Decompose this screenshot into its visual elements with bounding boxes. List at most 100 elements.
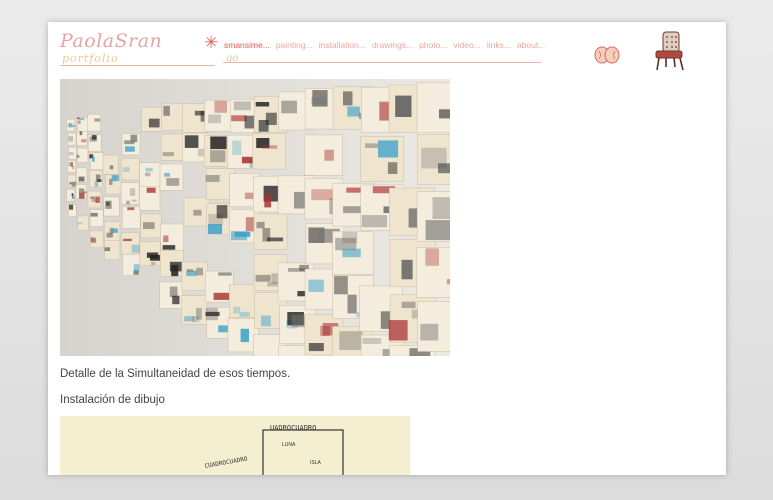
drawing-mark — [90, 212, 98, 217]
drawing-mark — [438, 163, 450, 174]
drawing-mark — [151, 262, 156, 266]
drawing-mark — [162, 152, 174, 157]
drawing-mark — [193, 209, 202, 216]
drawing-mark — [69, 182, 73, 185]
drawing-mark — [186, 269, 194, 273]
nav-divider — [223, 62, 541, 63]
drawing-mark — [76, 154, 80, 158]
drawing-mark — [69, 204, 74, 210]
nav-drawings[interactable]: drawings... — [372, 40, 413, 50]
drawing-mark — [255, 102, 270, 107]
drawing-mark — [339, 331, 363, 350]
drawing-mark — [90, 237, 97, 243]
drawing-mark — [446, 279, 450, 285]
paper-sheet — [160, 133, 185, 161]
paper-sheet — [102, 154, 119, 175]
drawing-mark — [90, 196, 95, 199]
drawing-mark — [240, 328, 249, 343]
drawing-mark — [324, 149, 334, 161]
drawing-mark — [146, 187, 156, 193]
drawing-mark — [68, 123, 73, 128]
nav-links[interactable]: links... — [487, 40, 511, 50]
drawing-mark — [343, 91, 353, 106]
drawing-mark — [388, 320, 408, 341]
drawing-mark — [216, 205, 228, 219]
drawing-mark — [78, 188, 85, 194]
drawing-mark — [233, 101, 251, 111]
drawing-mark — [109, 227, 114, 234]
drawing-mark — [131, 244, 140, 253]
drawing-mark — [68, 136, 73, 142]
drawing-mark — [425, 248, 439, 266]
drawing-mark — [311, 189, 334, 201]
drawing-mark — [218, 272, 232, 276]
drawing-mark — [68, 152, 74, 156]
drawing-mark — [126, 200, 130, 205]
chair-icon[interactable] — [652, 30, 688, 72]
drawing-mark — [192, 316, 200, 323]
drawing-mark — [171, 264, 179, 277]
nav-installation[interactable]: installation... — [319, 40, 366, 50]
drawing-mark — [255, 274, 271, 282]
nav-video[interactable]: video... — [453, 40, 480, 50]
drawing-mark — [164, 173, 170, 177]
drawing-mark — [265, 112, 277, 125]
drawing-mark — [420, 323, 439, 341]
nav-about[interactable]: about... — [517, 40, 545, 50]
paper-sheet — [89, 209, 104, 227]
paper-sheet — [253, 213, 288, 250]
drawing-mark — [169, 286, 178, 298]
drawing-mark — [230, 231, 248, 241]
drawing-mark — [125, 146, 135, 152]
drawing-mark — [68, 162, 73, 167]
drawing-mark — [163, 235, 169, 242]
drawing-mark — [205, 311, 220, 317]
paper-sheet — [66, 188, 75, 202]
installation-photo[interactable] — [60, 79, 450, 356]
drawing-mark — [425, 220, 450, 241]
site-logo[interactable]: PaolaSran — [60, 30, 162, 52]
second-drawing-image[interactable]: UADROCUADRO CUADROCUADRO LUNA ISLA — [60, 416, 410, 475]
drawing-mark — [208, 114, 221, 124]
drawing-mark — [239, 311, 250, 317]
drawing-mark — [109, 165, 114, 170]
drawing-mark — [264, 194, 272, 208]
drawing-mark — [361, 215, 387, 228]
paper-sheet — [87, 114, 101, 132]
page: PaolaSran portfolio ✳ smansime... painti… — [48, 22, 726, 475]
word-drawing: UADROCUADRO CUADROCUADRO LUNA ISLA — [204, 424, 344, 475]
drawing-mark — [166, 178, 180, 186]
image-subtitle: Instalación de dibujo — [60, 394, 165, 406]
drawing-mark — [207, 224, 223, 234]
drawing-mark — [127, 207, 135, 211]
drawing-mark — [311, 97, 327, 105]
drawing-mark — [72, 125, 76, 127]
drawing-mark — [214, 100, 228, 113]
drawing-mark — [342, 248, 361, 258]
drawing-mark — [172, 295, 180, 305]
drawing-mark — [133, 264, 140, 273]
drawing-mark — [267, 237, 284, 242]
drawing-mark — [210, 150, 226, 163]
drawing-mark — [163, 105, 170, 116]
drawing-mark — [78, 176, 85, 182]
drawing-mark — [267, 282, 278, 287]
nav-smansime[interactable]: smansime... — [224, 40, 270, 50]
drawing-mark — [401, 301, 416, 309]
drawing-mark — [256, 221, 265, 229]
drawing-mark — [432, 197, 450, 219]
drawing-mark — [281, 100, 297, 114]
drawing-mark — [72, 166, 75, 170]
drawing-mark — [112, 175, 117, 182]
drawing-mark — [347, 106, 360, 117]
hands-icon[interactable] — [593, 45, 621, 65]
drawing-mark — [143, 222, 155, 229]
drawing-mark — [233, 306, 241, 314]
drawing-mark — [387, 162, 398, 174]
drawing-mark — [71, 193, 74, 196]
drawing-mark — [210, 136, 227, 150]
drawing-mark — [145, 167, 153, 172]
nav-painting[interactable]: painting... — [276, 40, 313, 50]
drawing-mark — [145, 172, 151, 177]
nav-photo[interactable]: photo... — [419, 40, 447, 50]
